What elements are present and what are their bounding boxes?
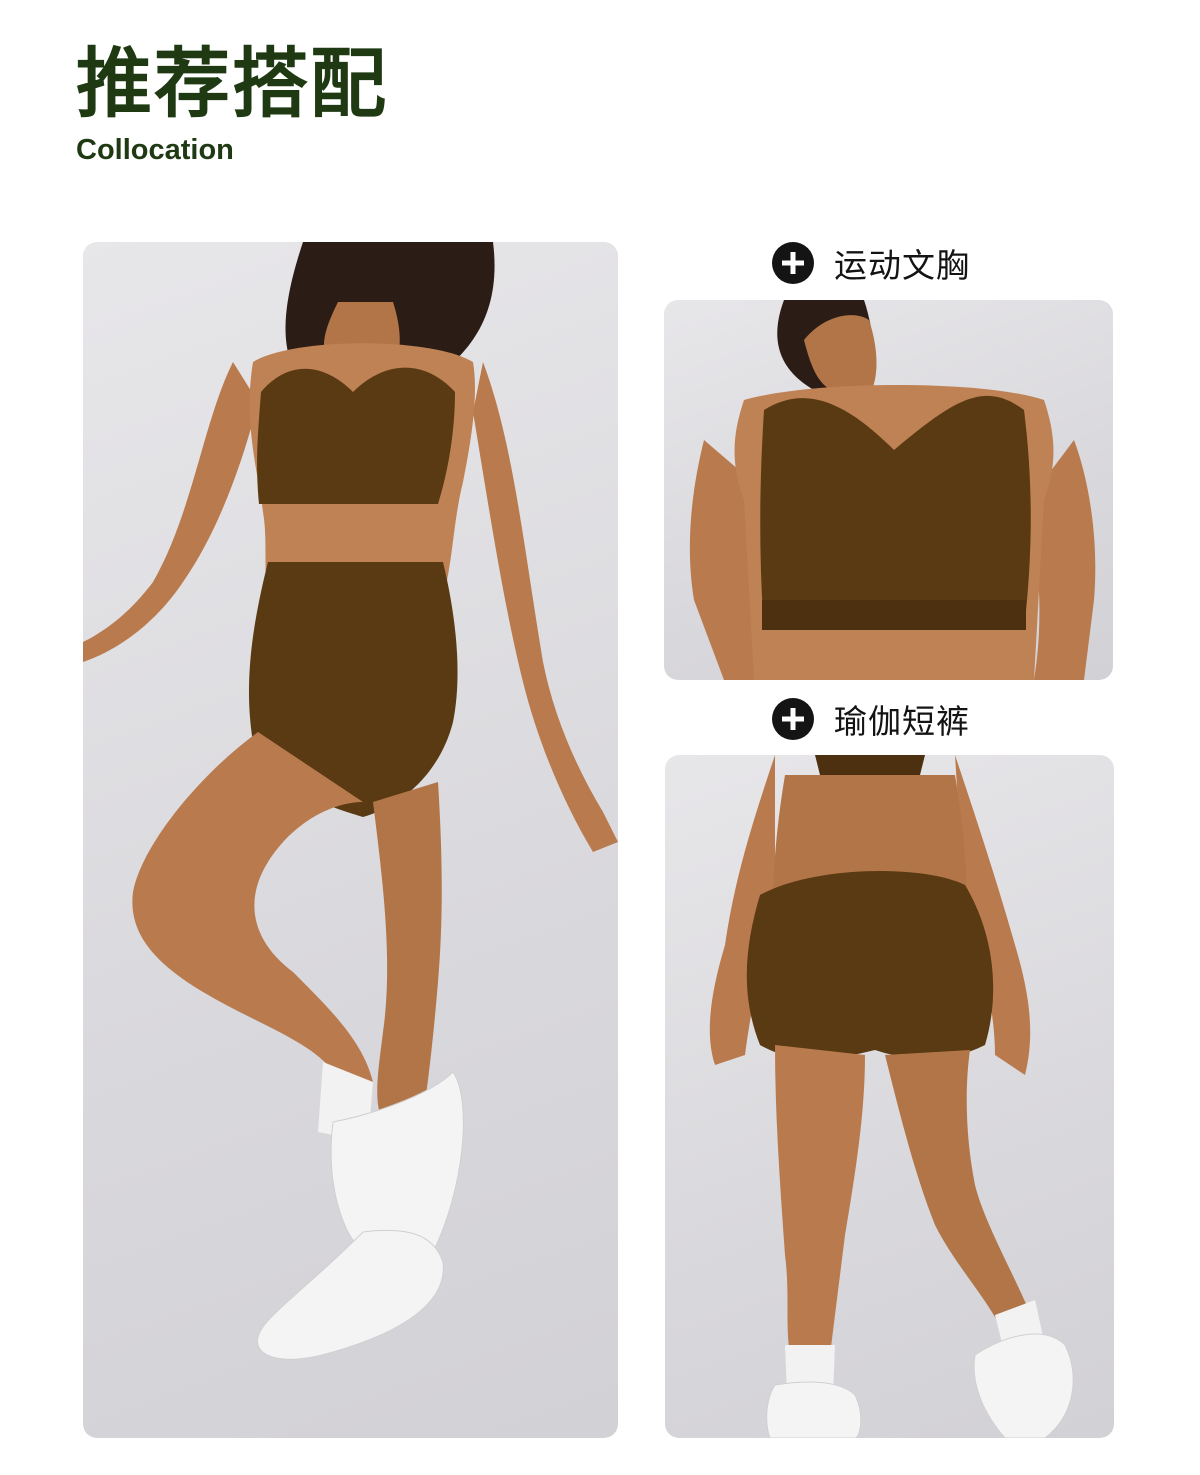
item-label-text: 运动文胸	[834, 246, 970, 285]
item-label-sports-bra: 运动文胸	[772, 240, 970, 286]
sports-bra-photo	[664, 300, 1113, 680]
item-label-yoga-shorts: 瑜伽短裤	[772, 696, 970, 742]
plus-circle-icon	[772, 698, 814, 740]
outfit-full-body-photo	[83, 242, 618, 1438]
yoga-shorts-photo	[665, 755, 1114, 1438]
item-label-text: 瑜伽短裤	[834, 702, 970, 741]
page-title: 推荐搭配	[76, 39, 388, 128]
page-subtitle: Collocation	[76, 134, 234, 166]
plus-circle-icon	[772, 242, 814, 284]
